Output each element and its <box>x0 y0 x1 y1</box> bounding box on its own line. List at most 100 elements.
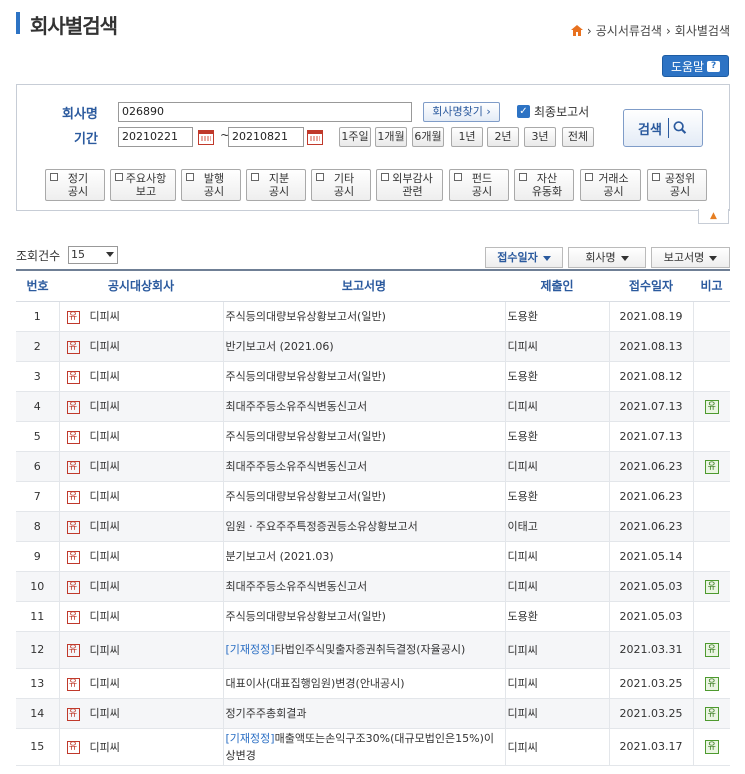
company-link[interactable]: 디피씨 <box>90 400 120 413</box>
report-link[interactable]: 주식등의대량보유상황보고서(일반) <box>226 368 503 385</box>
calendar-icon[interactable] <box>198 130 214 145</box>
table-row: 11 유 디피씨 주식등의대량보유상황보고서(일반) 도용환 2021.05.03 <box>16 601 730 632</box>
checkbox[interactable] <box>115 173 123 181</box>
report-link[interactable]: 주식등의대량보유상황보고서(일반) <box>226 488 503 505</box>
company-link[interactable]: 디피씨 <box>90 340 120 353</box>
report-link[interactable]: 최대주주등소유주식변동신고서 <box>226 398 503 415</box>
row-number: 9 <box>16 541 60 572</box>
kosdaq-note-icon[interactable]: 유 <box>704 399 719 414</box>
filer-cell: 디피씨 <box>505 331 610 362</box>
final-report-checkbox[interactable]: ✓ <box>517 105 530 118</box>
company-link[interactable]: 디피씨 <box>90 741 120 754</box>
row-number: 7 <box>16 481 60 512</box>
sort-by-date-button[interactable]: 접수일자 <box>485 247 563 268</box>
category-major-report[interactable]: 주요사항 보고 <box>110 169 176 201</box>
kosdaq-note-icon[interactable]: 유 <box>704 676 719 691</box>
report-cell: [기재정정]매출액또는손익구조30%(대규모법인은15%)이상변경 <box>223 728 506 766</box>
checkbox[interactable] <box>585 173 593 181</box>
report-link[interactable]: 임원ㆍ주요주주특정증권등소유상황보고서 <box>226 518 503 535</box>
sort-by-company-button[interactable]: 회사명 <box>568 247 646 268</box>
category-fair-trade[interactable]: 공정위 공시 <box>647 169 707 201</box>
report-link[interactable]: 반기보고서 (2021.06) <box>226 338 503 355</box>
company-link[interactable]: 디피씨 <box>90 430 120 443</box>
period-1year-button[interactable]: 1년 <box>451 127 483 147</box>
category-issuance[interactable]: 발행 공시 <box>181 169 241 201</box>
report-link[interactable]: [기재정정]타법인주식및출자증권취득결정(자율공시) <box>226 641 503 658</box>
period-1week-button[interactable]: 1주일 <box>339 127 371 147</box>
help-button[interactable]: 도움말 ? <box>662 55 729 77</box>
company-input[interactable]: 026890 <box>118 102 412 122</box>
report-link[interactable]: 최대주주등소유주식변동신고서 <box>226 578 503 595</box>
company-link[interactable]: 디피씨 <box>90 370 120 383</box>
breadcrumb-item-company-search[interactable]: 회사별검색 <box>675 22 730 39</box>
table-row: 9 유 디피씨 분기보고서 (2021.03) 디피씨 2021.05.14 <box>16 541 730 572</box>
find-company-button[interactable]: 회사명찾기 › <box>423 102 500 122</box>
company-cell: 유 디피씨 <box>59 601 224 632</box>
company-link[interactable]: 디피씨 <box>90 520 120 533</box>
report-link[interactable]: 주식등의대량보유상황보고서(일반) <box>226 428 503 445</box>
report-title: 주식등의대량보유상황보고서(일반) <box>225 609 386 623</box>
report-link[interactable]: 정기주주총회결과 <box>226 705 503 722</box>
checkbox[interactable] <box>251 173 259 181</box>
category-fund[interactable]: 펀드 공시 <box>449 169 509 201</box>
checkbox[interactable] <box>519 173 527 181</box>
category-other[interactable]: 기타 공시 <box>311 169 371 201</box>
date-to-input[interactable]: 20210821 <box>228 127 304 147</box>
report-cell: 분기보고서 (2021.03) <box>223 541 506 572</box>
breadcrumb-item-disclosure-search[interactable]: 공시서류검색 <box>596 22 662 39</box>
date-from-input[interactable]: 20210221 <box>118 127 193 147</box>
period-6month-button[interactable]: 6개월 <box>412 127 444 147</box>
period-2year-button[interactable]: 2년 <box>487 127 519 147</box>
checkbox[interactable] <box>381 173 389 181</box>
period-all-button[interactable]: 전체 <box>562 127 594 147</box>
report-link[interactable]: 최대주주등소유주식변동신고서 <box>226 458 503 475</box>
table-row: 8 유 디피씨 임원ㆍ주요주주특정증권등소유상황보고서 이태고 2021.06.23 <box>16 511 730 542</box>
home-icon[interactable] <box>570 25 583 36</box>
kosdaq-note-icon[interactable]: 유 <box>704 706 719 721</box>
category-equity[interactable]: 지분 공시 <box>246 169 306 201</box>
checkbox[interactable] <box>652 173 660 181</box>
table-row: 7 유 디피씨 주식등의대량보유상황보고서(일반) 도용환 2021.06.23 <box>16 481 730 512</box>
period-1month-button[interactable]: 1개월 <box>375 127 407 147</box>
company-link[interactable]: 디피씨 <box>90 677 120 690</box>
category-external-audit[interactable]: 외부감사 관련 <box>376 169 443 201</box>
row-number: 11 <box>16 601 60 632</box>
company-link[interactable]: 디피씨 <box>90 310 120 323</box>
count-select[interactable]: 15 <box>68 246 118 264</box>
period-label: 기간 <box>74 132 98 147</box>
kosdaq-note-icon[interactable]: 유 <box>704 643 719 657</box>
checkbox[interactable] <box>454 173 462 181</box>
company-link[interactable]: 디피씨 <box>90 644 120 657</box>
sort-by-report-button[interactable]: 보고서명 <box>651 247 730 268</box>
company-cell: 유 디피씨 <box>59 631 224 669</box>
kosdaq-note-icon[interactable]: 유 <box>704 579 719 594</box>
note-cell <box>693 361 730 392</box>
report-link[interactable]: [기재정정]매출액또는손익구조30%(대규모법인은15%)이상변경 <box>226 730 503 764</box>
company-link[interactable]: 디피씨 <box>90 550 120 563</box>
calendar-icon[interactable] <box>307 130 323 145</box>
collapse-panel-button[interactable]: ▲ <box>698 209 729 224</box>
checkbox[interactable] <box>186 173 194 181</box>
report-link[interactable]: 주식등의대량보유상황보고서(일반) <box>226 308 503 325</box>
company-link[interactable]: 디피씨 <box>90 460 120 473</box>
kosdaq-market-icon: 유 <box>66 340 80 354</box>
report-link[interactable]: 대표이사(대표집행임원)변경(안내공시) <box>226 675 503 692</box>
category-exchange[interactable]: 거래소 공시 <box>580 169 641 201</box>
company-cell: 유 디피씨 <box>59 571 224 602</box>
period-3year-button[interactable]: 3년 <box>524 127 556 147</box>
kosdaq-note-icon[interactable]: 유 <box>704 459 719 474</box>
company-link[interactable]: 디피씨 <box>90 580 120 593</box>
company-link[interactable]: 디피씨 <box>90 490 120 503</box>
search-button[interactable]: 검색 <box>623 109 703 147</box>
report-link[interactable]: 주식등의대량보유상황보고서(일반) <box>226 608 503 625</box>
checkbox[interactable] <box>316 173 324 181</box>
category-regular[interactable]: 정기 공시 <box>45 169 105 201</box>
company-link[interactable]: 디피씨 <box>90 707 120 720</box>
report-link[interactable]: 분기보고서 (2021.03) <box>226 548 503 565</box>
company-link[interactable]: 디피씨 <box>90 610 120 623</box>
category-asset-securitization[interactable]: 자산 유동화 <box>514 169 574 201</box>
note-cell <box>693 601 730 632</box>
checkbox[interactable] <box>50 173 58 181</box>
kosdaq-note-icon[interactable]: 유 <box>704 740 719 754</box>
row-number: 10 <box>16 571 60 602</box>
